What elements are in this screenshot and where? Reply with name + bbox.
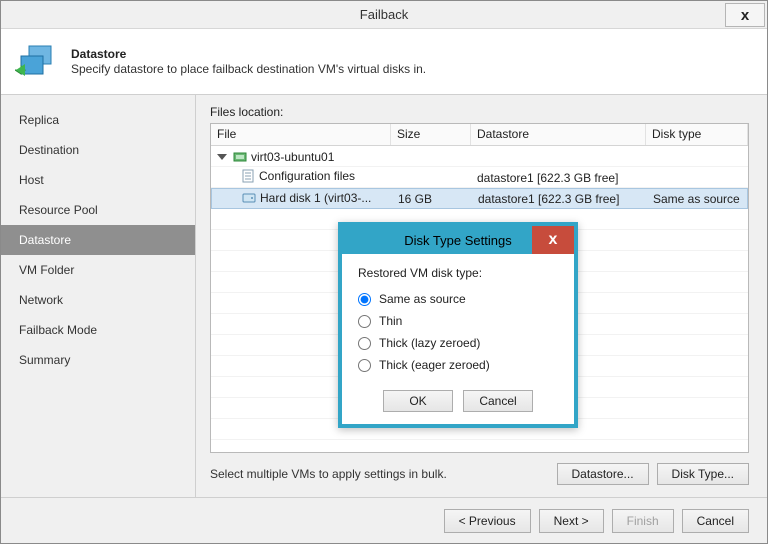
bulk-hint: Select multiple VMs to apply settings in…	[210, 467, 549, 481]
col-file[interactable]: File	[211, 124, 391, 145]
dialog-body: Restored VM disk type: Same as source Th…	[342, 254, 574, 380]
wizard-footer: < Previous Next > Finish Cancel	[1, 497, 767, 543]
radio-input[interactable]	[358, 315, 371, 328]
radio-label: Thin	[379, 314, 402, 328]
disk-type-dialog: Disk Type Settings x Restored VM disk ty…	[338, 222, 578, 428]
sidebar-item-datastore[interactable]: Datastore	[1, 225, 195, 255]
config-label: Configuration files	[259, 169, 355, 183]
radio-same-as-source[interactable]: Same as source	[358, 288, 558, 310]
disk-label: Hard disk 1 (virt03-...	[260, 191, 371, 205]
dialog-titlebar: Disk Type Settings x	[342, 226, 574, 254]
table-row[interactable]: Configuration files datastore1 [622.3 GB…	[211, 167, 748, 188]
titlebar: Failback x	[1, 1, 767, 29]
sidebar-item-failback-mode[interactable]: Failback Mode	[1, 315, 195, 345]
next-button[interactable]: Next >	[539, 509, 604, 533]
bulk-row: Select multiple VMs to apply settings in…	[210, 463, 749, 485]
close-icon: x	[549, 231, 558, 249]
prev-button[interactable]: < Previous	[444, 509, 531, 533]
close-icon: x	[741, 7, 749, 24]
config-icon	[241, 169, 255, 183]
radio-input[interactable]	[358, 359, 371, 372]
disk-type-button[interactable]: Disk Type...	[657, 463, 749, 485]
sidebar-item-replica[interactable]: Replica	[1, 105, 195, 135]
radio-input[interactable]	[358, 337, 371, 350]
sidebar-item-destination[interactable]: Destination	[1, 135, 195, 165]
radio-thick-lazy[interactable]: Thick (lazy zeroed)	[358, 332, 558, 354]
radio-label: Same as source	[379, 292, 466, 306]
radio-thin[interactable]: Thin	[358, 310, 558, 332]
cancel-button[interactable]: Cancel	[682, 509, 749, 533]
sidebar-item-network[interactable]: Network	[1, 285, 195, 315]
radio-label: Thick (lazy zeroed)	[379, 336, 480, 350]
sidebar-item-summary[interactable]: Summary	[1, 345, 195, 375]
vm-name: virt03-ubuntu01	[251, 150, 334, 164]
table-row[interactable]: virt03-ubuntu01	[211, 146, 748, 167]
grid-header: File Size Datastore Disk type	[211, 124, 748, 146]
files-location-label: Files location:	[210, 105, 749, 119]
window-close-button[interactable]: x	[725, 3, 765, 27]
col-datastore[interactable]: Datastore	[471, 124, 646, 145]
header-text: Datastore Specify datastore to place fai…	[71, 47, 426, 76]
dialog-close-button[interactable]: x	[532, 226, 574, 254]
dialog-footer: OK Cancel	[342, 380, 574, 424]
vm-icon	[233, 150, 247, 164]
wizard-sidebar: Replica Destination Host Resource Pool D…	[1, 95, 196, 497]
failback-wizard: Failback x Datastore Specify datastore t…	[0, 0, 768, 544]
col-size[interactable]: Size	[391, 124, 471, 145]
datastore-button[interactable]: Datastore...	[557, 463, 649, 485]
step-title: Datastore	[71, 47, 426, 61]
sidebar-item-host[interactable]: Host	[1, 165, 195, 195]
radio-input[interactable]	[358, 293, 371, 306]
radio-thick-eager[interactable]: Thick (eager zeroed)	[358, 354, 558, 376]
sidebar-item-vm-folder[interactable]: VM Folder	[1, 255, 195, 285]
ok-button[interactable]: OK	[383, 390, 453, 412]
group-label: Restored VM disk type:	[358, 266, 558, 280]
disk-icon	[242, 192, 256, 204]
step-desc: Specify datastore to place failback dest…	[71, 62, 426, 76]
window-title: Failback	[1, 7, 767, 22]
dialog-cancel-button[interactable]: Cancel	[463, 390, 533, 412]
sidebar-item-resource-pool[interactable]: Resource Pool	[1, 195, 195, 225]
table-row[interactable]: Hard disk 1 (virt03-... 16 GB datastore1…	[211, 188, 748, 209]
wizard-header: Datastore Specify datastore to place fai…	[1, 29, 767, 95]
radio-label: Thick (eager zeroed)	[379, 358, 490, 372]
expand-icon[interactable]	[217, 154, 227, 160]
finish-button: Finish	[612, 509, 674, 533]
datastore-icon	[15, 40, 59, 84]
col-disk-type[interactable]: Disk type	[646, 124, 748, 145]
